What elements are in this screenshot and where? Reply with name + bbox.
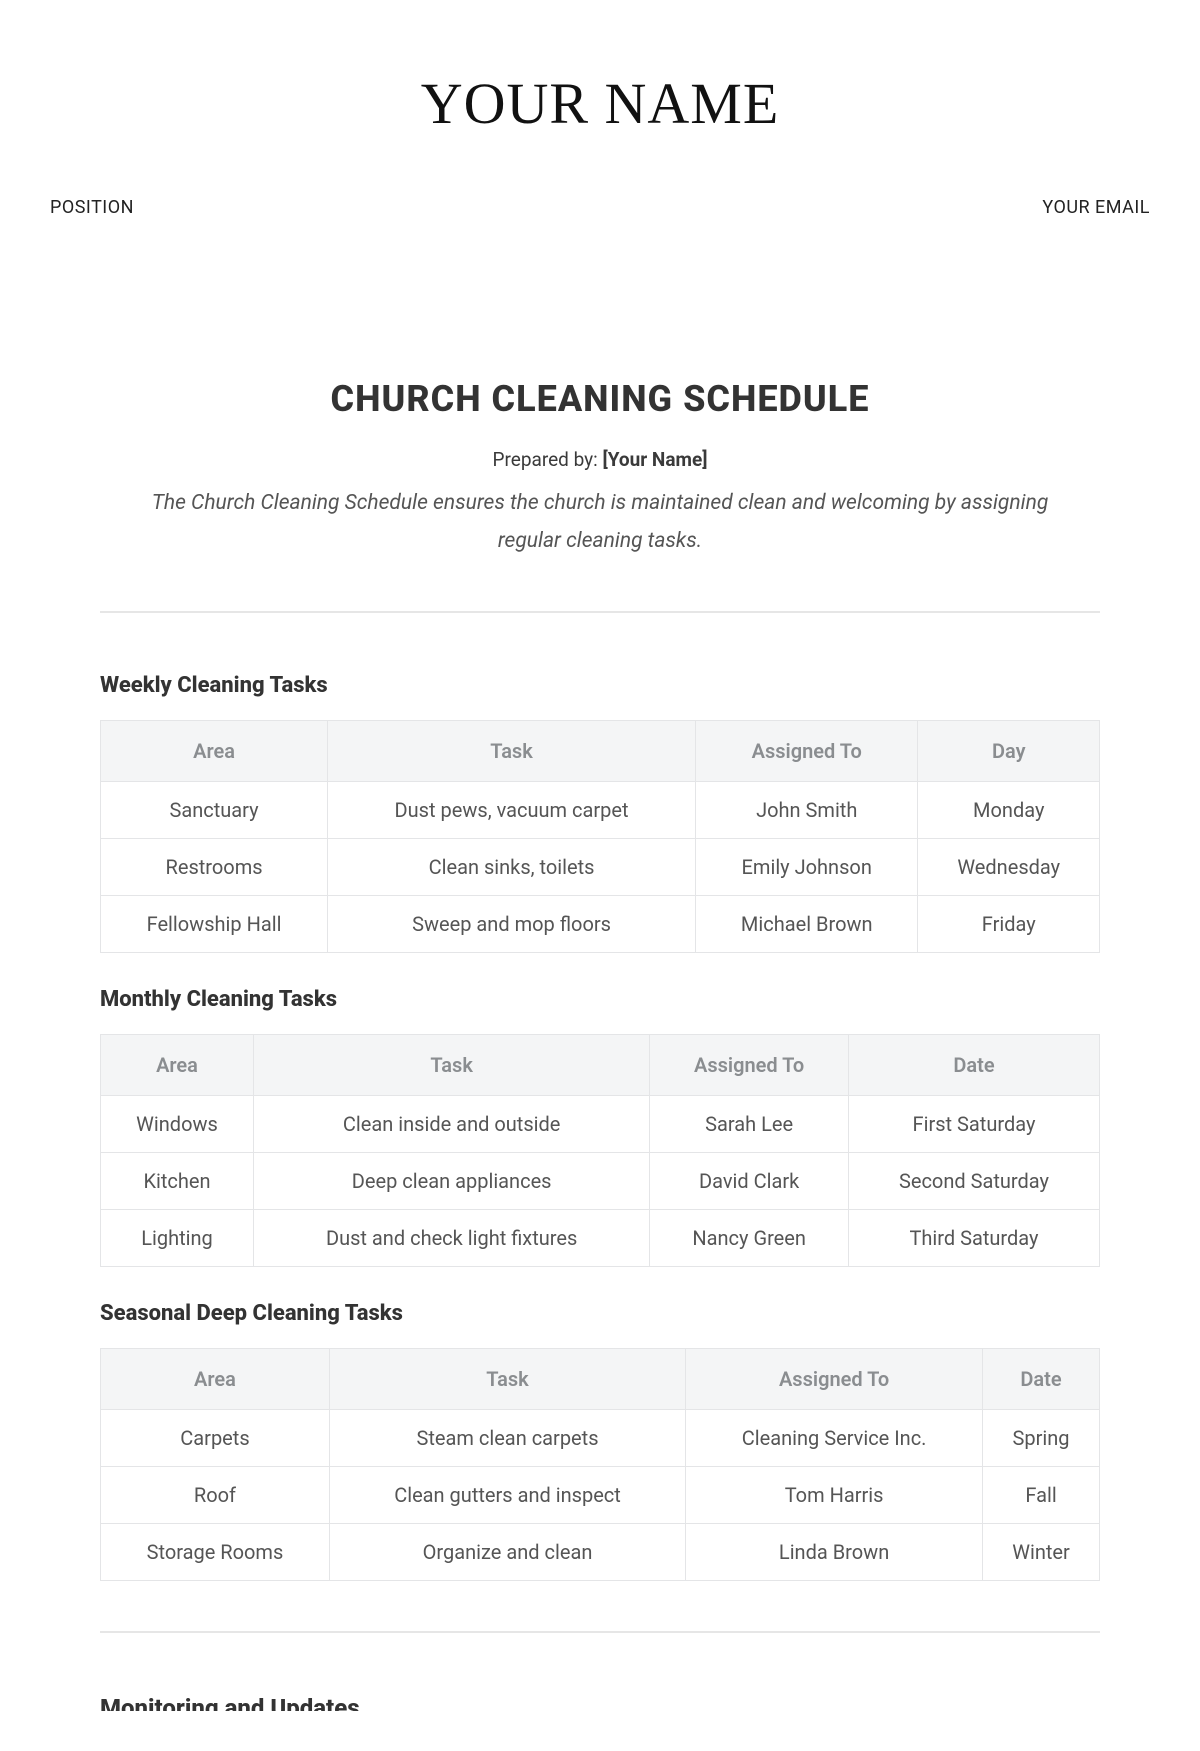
cell: David Clark [650,1152,849,1209]
th-area: Area [101,720,328,781]
cell: Spring [983,1409,1100,1466]
cell: Emily Johnson [695,838,917,895]
divider [100,1631,1100,1633]
cell: Steam clean carpets [329,1409,685,1466]
cell: Roof [101,1466,330,1523]
divider [100,611,1100,613]
cell: Fellowship Hall [101,895,328,952]
cell: Sweep and mop floors [328,895,696,952]
cell: Third Saturday [848,1209,1099,1266]
th-assigned: Assigned To [686,1348,983,1409]
cell: Clean inside and outside [254,1095,650,1152]
cell: Restrooms [101,838,328,895]
monthly-table: Area Task Assigned To Date Windows Clean… [100,1034,1100,1267]
table-row: Sanctuary Dust pews, vacuum carpet John … [101,781,1100,838]
description-text: The Church Cleaning Schedule ensures the… [130,485,1070,561]
cell: Linda Brown [686,1523,983,1580]
prepared-by-line: Prepared by: [Your Name] [100,448,1100,471]
th-date: Date [983,1348,1100,1409]
table-header-row: Area Task Assigned To Date [101,1034,1100,1095]
table-row: Lighting Dust and check light fixtures N… [101,1209,1100,1266]
cell: Nancy Green [650,1209,849,1266]
table-row: Restrooms Clean sinks, toilets Emily Joh… [101,838,1100,895]
cell: Lighting [101,1209,254,1266]
cell: Wednesday [918,838,1100,895]
cell: Windows [101,1095,254,1152]
weekly-section-title: Weekly Cleaning Tasks [100,673,1100,698]
th-task: Task [328,720,696,781]
table-header-row: Area Task Assigned To Date [101,1348,1100,1409]
prepared-by-value: [Your Name] [602,448,707,471]
th-area: Area [101,1034,254,1095]
prepared-by-label: Prepared by: [493,448,603,471]
th-task: Task [254,1034,650,1095]
cell: Dust pews, vacuum carpet [328,781,696,838]
meta-row: POSITION YOUR EMAIL [50,197,1150,218]
th-date: Date [848,1034,1099,1095]
page-title: YOUR NAME [50,70,1150,137]
cell: Storage Rooms [101,1523,330,1580]
cell: Organize and clean [329,1523,685,1580]
seasonal-section-title: Seasonal Deep Cleaning Tasks [100,1301,1100,1326]
th-area: Area [101,1348,330,1409]
seasonal-table: Area Task Assigned To Date Carpets Steam… [100,1348,1100,1581]
th-day: Day [918,720,1100,781]
cell: First Saturday [848,1095,1099,1152]
cell: John Smith [695,781,917,838]
table-row: Windows Clean inside and outside Sarah L… [101,1095,1100,1152]
cell: Cleaning Service Inc. [686,1409,983,1466]
weekly-table: Area Task Assigned To Day Sanctuary Dust… [100,720,1100,953]
cell: Kitchen [101,1152,254,1209]
th-assigned: Assigned To [695,720,917,781]
document-heading: CHURCH CLEANING SCHEDULE [100,378,1100,420]
cell: Sanctuary [101,781,328,838]
position-label: POSITION [50,197,134,218]
cell: Carpets [101,1409,330,1466]
cell: Friday [918,895,1100,952]
cell: Second Saturday [848,1152,1099,1209]
table-row: Carpets Steam clean carpets Cleaning Ser… [101,1409,1100,1466]
cutoff-heading: Monitoring and Updates [100,1693,1100,1711]
cell: Sarah Lee [650,1095,849,1152]
cell: Michael Brown [695,895,917,952]
monthly-section-title: Monthly Cleaning Tasks [100,987,1100,1012]
email-label: YOUR EMAIL [1042,197,1150,218]
cell: Monday [918,781,1100,838]
cell: Clean gutters and inspect [329,1466,685,1523]
table-header-row: Area Task Assigned To Day [101,720,1100,781]
cell: Clean sinks, toilets [328,838,696,895]
table-row: Storage Rooms Organize and clean Linda B… [101,1523,1100,1580]
th-task: Task [329,1348,685,1409]
cell: Fall [983,1466,1100,1523]
table-row: Fellowship Hall Sweep and mop floors Mic… [101,895,1100,952]
cell: Dust and check light fixtures [254,1209,650,1266]
table-row: Kitchen Deep clean appliances David Clar… [101,1152,1100,1209]
cell: Deep clean appliances [254,1152,650,1209]
content: CHURCH CLEANING SCHEDULE Prepared by: [Y… [50,378,1150,1711]
cell: Winter [983,1523,1100,1580]
cell: Tom Harris [686,1466,983,1523]
table-row: Roof Clean gutters and inspect Tom Harri… [101,1466,1100,1523]
th-assigned: Assigned To [650,1034,849,1095]
